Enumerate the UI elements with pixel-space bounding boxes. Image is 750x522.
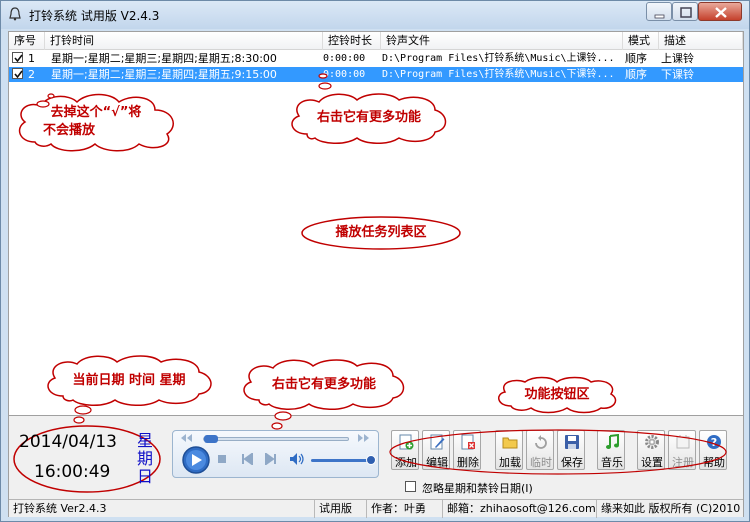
- cloud-shape: [18, 93, 174, 152]
- column-header-mode[interactable]: 模式: [623, 32, 659, 50]
- column-header-time[interactable]: 打铃时间: [45, 32, 323, 50]
- column-header-no[interactable]: 序号: [9, 32, 45, 50]
- column-header-file[interactable]: 铃声文件: [381, 32, 623, 50]
- window-title: 打铃系统 试用版 V2.4.3: [29, 9, 160, 23]
- minimize-icon: [654, 14, 665, 19]
- current-date: 2014/04/13: [19, 432, 117, 452]
- column-header-desc[interactable]: 描述: [659, 32, 743, 50]
- annotation-list-rightclick: 右击它有更多功能: [287, 73, 451, 144]
- annotation-uncheck-line1: 去掉这个“√”将: [50, 105, 142, 120]
- row-mode: 顺序: [625, 52, 647, 65]
- row-mode: 顺序: [625, 68, 647, 81]
- maximize-icon: [680, 7, 692, 18]
- status-copyright: 缘来如此 版权所有 (C)2010: [601, 502, 741, 515]
- annotation-task-area-text: 播放任务列表区: [335, 225, 427, 240]
- current-weekday: 星期日: [137, 431, 154, 486]
- row-time: 星期一;星期二;星期三;星期四;星期五;8:30:00: [51, 52, 277, 65]
- status-bar: 打铃系统 Ver2.4.3 试用版 作者：叶勇 邮箱：zhihaosoft@12…: [9, 499, 743, 518]
- player-highlight: [171, 428, 383, 480]
- annotation-buttons-area: 功能按钮区: [495, 376, 619, 414]
- row-checkbox[interactable]: [12, 68, 23, 79]
- status-version: 打铃系统 Ver2.4.3: [9, 500, 315, 518]
- client-area: 序号 打铃时间 控铃时长 铃声文件 模式 描述 1 星期一;星期二;星期三;星期…: [8, 31, 744, 518]
- row-checkbox[interactable]: [12, 52, 23, 63]
- minimize-button[interactable]: [646, 2, 672, 21]
- status-edition: 试用版: [315, 500, 367, 518]
- app-window: 打铃系统 试用版 V2.4.3 序号 打铃时间 控铃时长 铃声文件 模式 描述: [0, 0, 750, 522]
- status-email: 邮箱：zhihaosoft@126.com: [443, 500, 597, 518]
- annotation-uncheck-line2: 不会播放: [42, 123, 95, 138]
- annotation-buttons-area-text: 功能按钮区: [524, 387, 590, 402]
- current-time: 16:00:49: [34, 462, 111, 482]
- bell-icon: [9, 7, 21, 21]
- annotation-uncheck: 去掉这个“√”将 不会播放: [13, 92, 181, 152]
- row-desc: 上课铃: [661, 52, 694, 65]
- maximize-button[interactable]: [672, 2, 698, 21]
- buttons-highlight: [389, 429, 727, 475]
- row-no: 1: [28, 52, 35, 65]
- row-file: D:\Program Files\打铃系统\Music\上课铃...: [382, 53, 615, 64]
- status-author: 作者：叶勇: [367, 500, 443, 518]
- title-bar[interactable]: 打铃系统 试用版 V2.4.3: [1, 1, 749, 29]
- annotation-list-rightclick-text: 右击它有更多功能: [316, 110, 421, 125]
- table-row[interactable]: 2 星期一;星期二;星期三;星期四;星期五;9:15:00 0:00:00 D:…: [9, 67, 743, 82]
- row-desc: 下课铃: [661, 68, 694, 81]
- close-button[interactable]: [698, 2, 742, 21]
- column-header-duration[interactable]: 控铃时长: [323, 32, 381, 50]
- check-icon: [14, 70, 23, 79]
- annotation-task-area: 播放任务列表区: [299, 214, 463, 252]
- check-icon: [14, 54, 23, 63]
- row-duration: 0:00:00: [323, 69, 366, 80]
- ignore-weekday-label: 忽略星期和禁铃日期(I): [422, 482, 533, 495]
- list-header: 序号 打铃时间 控铃时长 铃声文件 模式 描述: [9, 32, 743, 50]
- row-duration: 0:00:00: [323, 53, 366, 64]
- close-icon: [715, 7, 727, 18]
- row-file: D:\Program Files\打铃系统\Music\下课铃...: [382, 69, 615, 80]
- annotation-player-rightclick-text: 右击它有更多功能: [271, 377, 376, 392]
- annotation-datetime-text: 当前日期 时间 星期: [72, 373, 186, 388]
- ignore-weekday-checkbox[interactable]: [405, 481, 416, 492]
- table-row[interactable]: 1 星期一;星期二;星期三;星期四;星期五;8:30:00 0:00:00 D:…: [9, 51, 743, 66]
- row-time: 星期一;星期二;星期三;星期四;星期五;9:15:00: [51, 68, 277, 81]
- annotation-datetime: 当前日期 时间 星期: [43, 355, 217, 424]
- row-no: 2: [28, 68, 35, 81]
- annotation-player-rightclick: 右击它有更多功能: [239, 359, 409, 430]
